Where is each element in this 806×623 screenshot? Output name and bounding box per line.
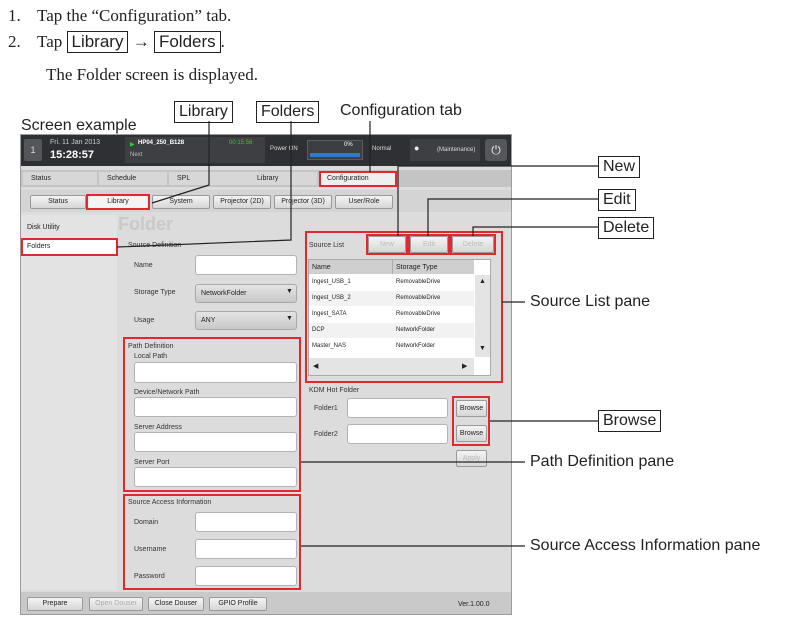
callout-leader-lines bbox=[116, 121, 598, 547]
browse-callout: Browse bbox=[598, 410, 662, 432]
source-access-pane-callout: Source Access Information pane bbox=[530, 537, 761, 554]
new-callout: New bbox=[598, 156, 641, 178]
edit-callout: Edit bbox=[598, 189, 636, 211]
path-definition-pane-callout: Path Definition pane bbox=[530, 453, 675, 470]
delete-callout: Delete bbox=[598, 217, 655, 239]
source-list-pane-callout: Source List pane bbox=[530, 293, 651, 310]
